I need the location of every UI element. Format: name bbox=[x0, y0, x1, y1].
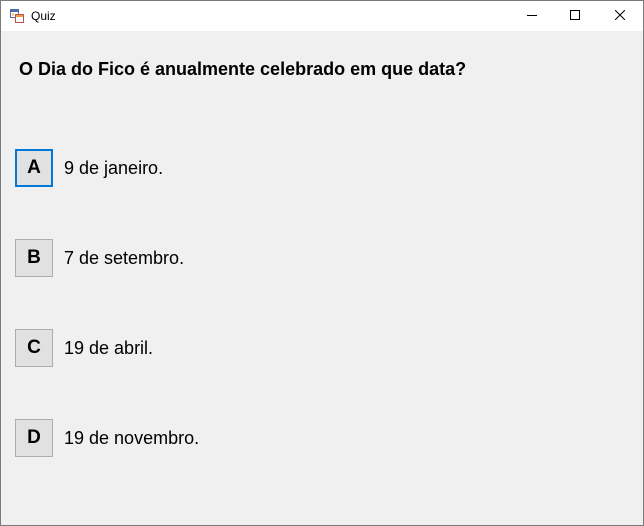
minimize-icon bbox=[527, 7, 537, 25]
maximize-icon bbox=[570, 7, 580, 25]
option-a-label: 9 de janeiro. bbox=[64, 158, 164, 178]
option-c-label: 19 de abril. bbox=[64, 338, 154, 358]
option-c-button[interactable]: C bbox=[15, 329, 53, 367]
maximize-button[interactable] bbox=[552, 1, 598, 31]
option-d-button[interactable]: D bbox=[15, 419, 53, 457]
option-d-label: 19 de novembro. bbox=[64, 428, 200, 448]
close-icon bbox=[614, 7, 626, 25]
window-title: Quiz bbox=[31, 9, 56, 23]
quiz-window: Quiz O Dia do Fico é anualmente celebrad… bbox=[0, 0, 644, 526]
option-a-button[interactable]: A bbox=[15, 149, 53, 187]
title-bar[interactable]: Quiz bbox=[1, 1, 643, 31]
form-app-icon bbox=[10, 9, 24, 23]
question-text: O Dia do Fico é anualmente celebrado em … bbox=[19, 59, 467, 79]
option-b-label: 7 de setembro. bbox=[64, 248, 185, 268]
option-b-button[interactable]: B bbox=[15, 239, 53, 277]
minimize-button[interactable] bbox=[509, 1, 555, 31]
close-button[interactable] bbox=[597, 1, 643, 31]
